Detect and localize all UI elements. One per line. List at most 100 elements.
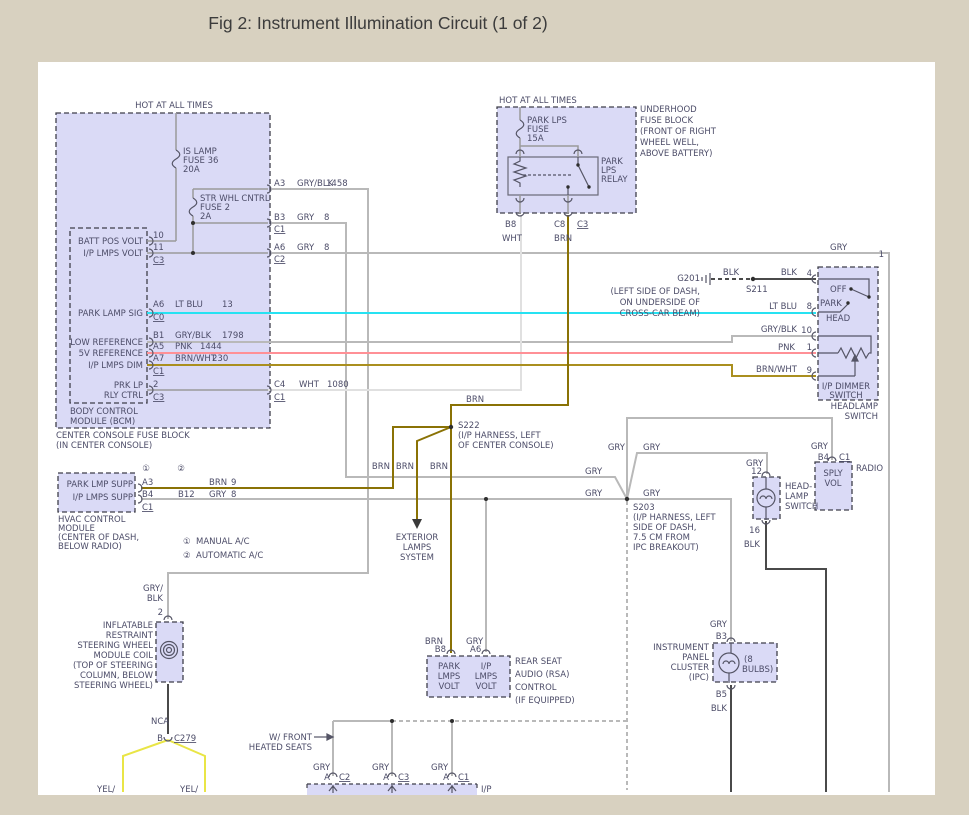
wire-color-label: GRY bbox=[811, 442, 829, 452]
pin-label: B3 bbox=[716, 632, 727, 642]
rsa-title: REAR SEAT bbox=[515, 657, 563, 667]
connector-label: C2 bbox=[339, 773, 350, 783]
hlb-title: LAMP bbox=[785, 492, 808, 502]
circuit-number-label: 13 bbox=[222, 300, 233, 310]
wire-color-label: BRN bbox=[372, 462, 390, 472]
pin-label: 4 bbox=[807, 269, 812, 279]
pin-label: 10 bbox=[801, 326, 812, 336]
splice-s211-label: S211 bbox=[746, 285, 768, 295]
rsa-pin-name: VOLT bbox=[475, 682, 497, 692]
circuit-number-label: 8 bbox=[231, 490, 236, 500]
wire-color-label: GRY bbox=[431, 763, 449, 773]
circuit-number-label: 9 bbox=[231, 478, 236, 488]
wire-color-label: GRY bbox=[585, 489, 603, 499]
connector-label: C1 bbox=[274, 393, 285, 403]
ipc-title: PANEL bbox=[682, 653, 709, 663]
connector-label: C1 bbox=[142, 503, 153, 513]
connector-label: C3 bbox=[153, 256, 164, 266]
wire-color-label: GRY bbox=[643, 443, 661, 453]
connector-label: C3 bbox=[398, 773, 409, 783]
wire-color-label: GRY bbox=[710, 620, 728, 630]
ipc-title: CLUSTER bbox=[671, 663, 709, 673]
sir-title: STEERING WHEEL) bbox=[74, 681, 153, 691]
heated-seats-label: W/ FRONT bbox=[269, 733, 313, 743]
rsa-title: CONTROL bbox=[515, 683, 557, 693]
connector-label: C279 bbox=[174, 734, 196, 744]
ipc-title: INSTRUMENT bbox=[653, 643, 710, 653]
pin-label: 16 bbox=[749, 526, 760, 536]
switch-off-dot bbox=[849, 287, 853, 291]
switch-position-label: HEAD bbox=[826, 314, 851, 324]
pin-label: A6 bbox=[470, 645, 481, 655]
exterior-lamps-label: SYSTEM bbox=[400, 553, 434, 563]
bcm-title: MODULE (BCM) bbox=[70, 417, 135, 427]
wire-color-label: PNK bbox=[175, 342, 192, 352]
switch-position-label: PARK bbox=[820, 299, 842, 309]
circuit-number-label: 8 bbox=[324, 243, 329, 253]
fuse2-label: 2A bbox=[200, 212, 211, 222]
relay-contact-dot bbox=[576, 163, 580, 167]
rsa-pin-name: LMPS bbox=[475, 672, 498, 682]
wiring-diagram-page: HOT AT ALL TIMES IS LAMP FUSE 36 20A STR… bbox=[0, 0, 969, 815]
pin-label: A3 bbox=[142, 478, 153, 488]
wire-color-label: GRY bbox=[643, 489, 661, 499]
wire-color-label: LT BLU bbox=[769, 302, 797, 312]
wire-color-label: LT BLU bbox=[175, 300, 203, 310]
underhood-title: WHEEL WELL, bbox=[640, 138, 699, 148]
pin-label: 10 bbox=[153, 231, 164, 241]
pin-label: C8 bbox=[554, 220, 565, 230]
wire-color-label: GRY bbox=[608, 443, 626, 453]
ground-g201-label: G201 bbox=[677, 274, 700, 284]
wire-color-label: WHT bbox=[502, 234, 523, 244]
splice-s203-label: IPC BREAKOUT) bbox=[633, 543, 699, 553]
wire-color-label: BRN/WHT bbox=[756, 365, 798, 375]
pin-label: B4 bbox=[142, 490, 153, 500]
exterior-lamps-label: EXTERIOR bbox=[396, 533, 439, 543]
wire-color-label: GRY/BLK bbox=[175, 331, 212, 341]
circuit-number-label: 1798 bbox=[222, 331, 244, 341]
wire-color-label: BRN bbox=[466, 395, 484, 405]
pin-label: 12 bbox=[751, 467, 762, 477]
rsa-title: (IF EQUIPPED) bbox=[515, 696, 575, 706]
wire-color-label: GRY/ bbox=[143, 584, 163, 594]
wire-color-label: YEL/ bbox=[96, 785, 115, 795]
switch-position-label: OFF bbox=[830, 285, 847, 295]
wire-color-label: GRY bbox=[313, 763, 331, 773]
pin-label: B8 bbox=[505, 220, 516, 230]
wire-color-label: PNK bbox=[778, 343, 795, 353]
wire-color-label: WHT bbox=[299, 380, 320, 390]
pin-label: B8 bbox=[435, 645, 446, 655]
splice-s203-label: 7.5 CM FROM bbox=[633, 533, 690, 543]
junction-dot bbox=[450, 719, 454, 723]
pin-label: A bbox=[443, 773, 449, 783]
hvac-title: BELOW RADIO) bbox=[58, 542, 122, 552]
splice-s203-dot bbox=[624, 496, 630, 502]
bcm-pin-name: PRK LP bbox=[114, 381, 143, 391]
legend-label: AUTOMATIC A/C bbox=[196, 551, 263, 561]
pin-label: 1 bbox=[807, 343, 812, 353]
sir-title: STEERING WHEEL bbox=[77, 641, 153, 651]
park-lps-fuse-label: 15A bbox=[527, 134, 544, 144]
ipc-bulbs-label: (8 bbox=[744, 655, 753, 665]
wire-color-label: BLK bbox=[744, 540, 761, 550]
footnote-2-icon: ② bbox=[183, 551, 191, 561]
hlb-title: SWITCH bbox=[785, 502, 818, 512]
fuse36-label: 20A bbox=[183, 165, 200, 175]
circuit-number-label: 230 bbox=[212, 354, 228, 364]
bcm-pin-name: BATT POS VOLT bbox=[78, 237, 144, 247]
sir-title: COLUMN, BELOW bbox=[80, 671, 154, 681]
footnote-1-icon: ① bbox=[183, 537, 191, 547]
pin-label: A7 bbox=[153, 354, 164, 364]
underhood-title: ABOVE BATTERY) bbox=[640, 149, 712, 159]
junction-dot bbox=[484, 497, 488, 501]
sir-title: (TOP OF STEERING bbox=[73, 661, 153, 671]
wire-color-label: GRY bbox=[830, 243, 848, 253]
legend-label: MANUAL A/C bbox=[196, 537, 250, 547]
splice-s222-dot bbox=[448, 424, 454, 430]
pin-label: 2 bbox=[158, 608, 163, 618]
splice-s203-label: S203 bbox=[633, 503, 655, 513]
bcm-title: BODY CONTROL bbox=[70, 407, 138, 417]
bcm-pin-name: 5V REFERENCE bbox=[79, 349, 143, 359]
pin-label: 2 bbox=[153, 380, 158, 390]
circuit-number-label: 8 bbox=[324, 213, 329, 223]
